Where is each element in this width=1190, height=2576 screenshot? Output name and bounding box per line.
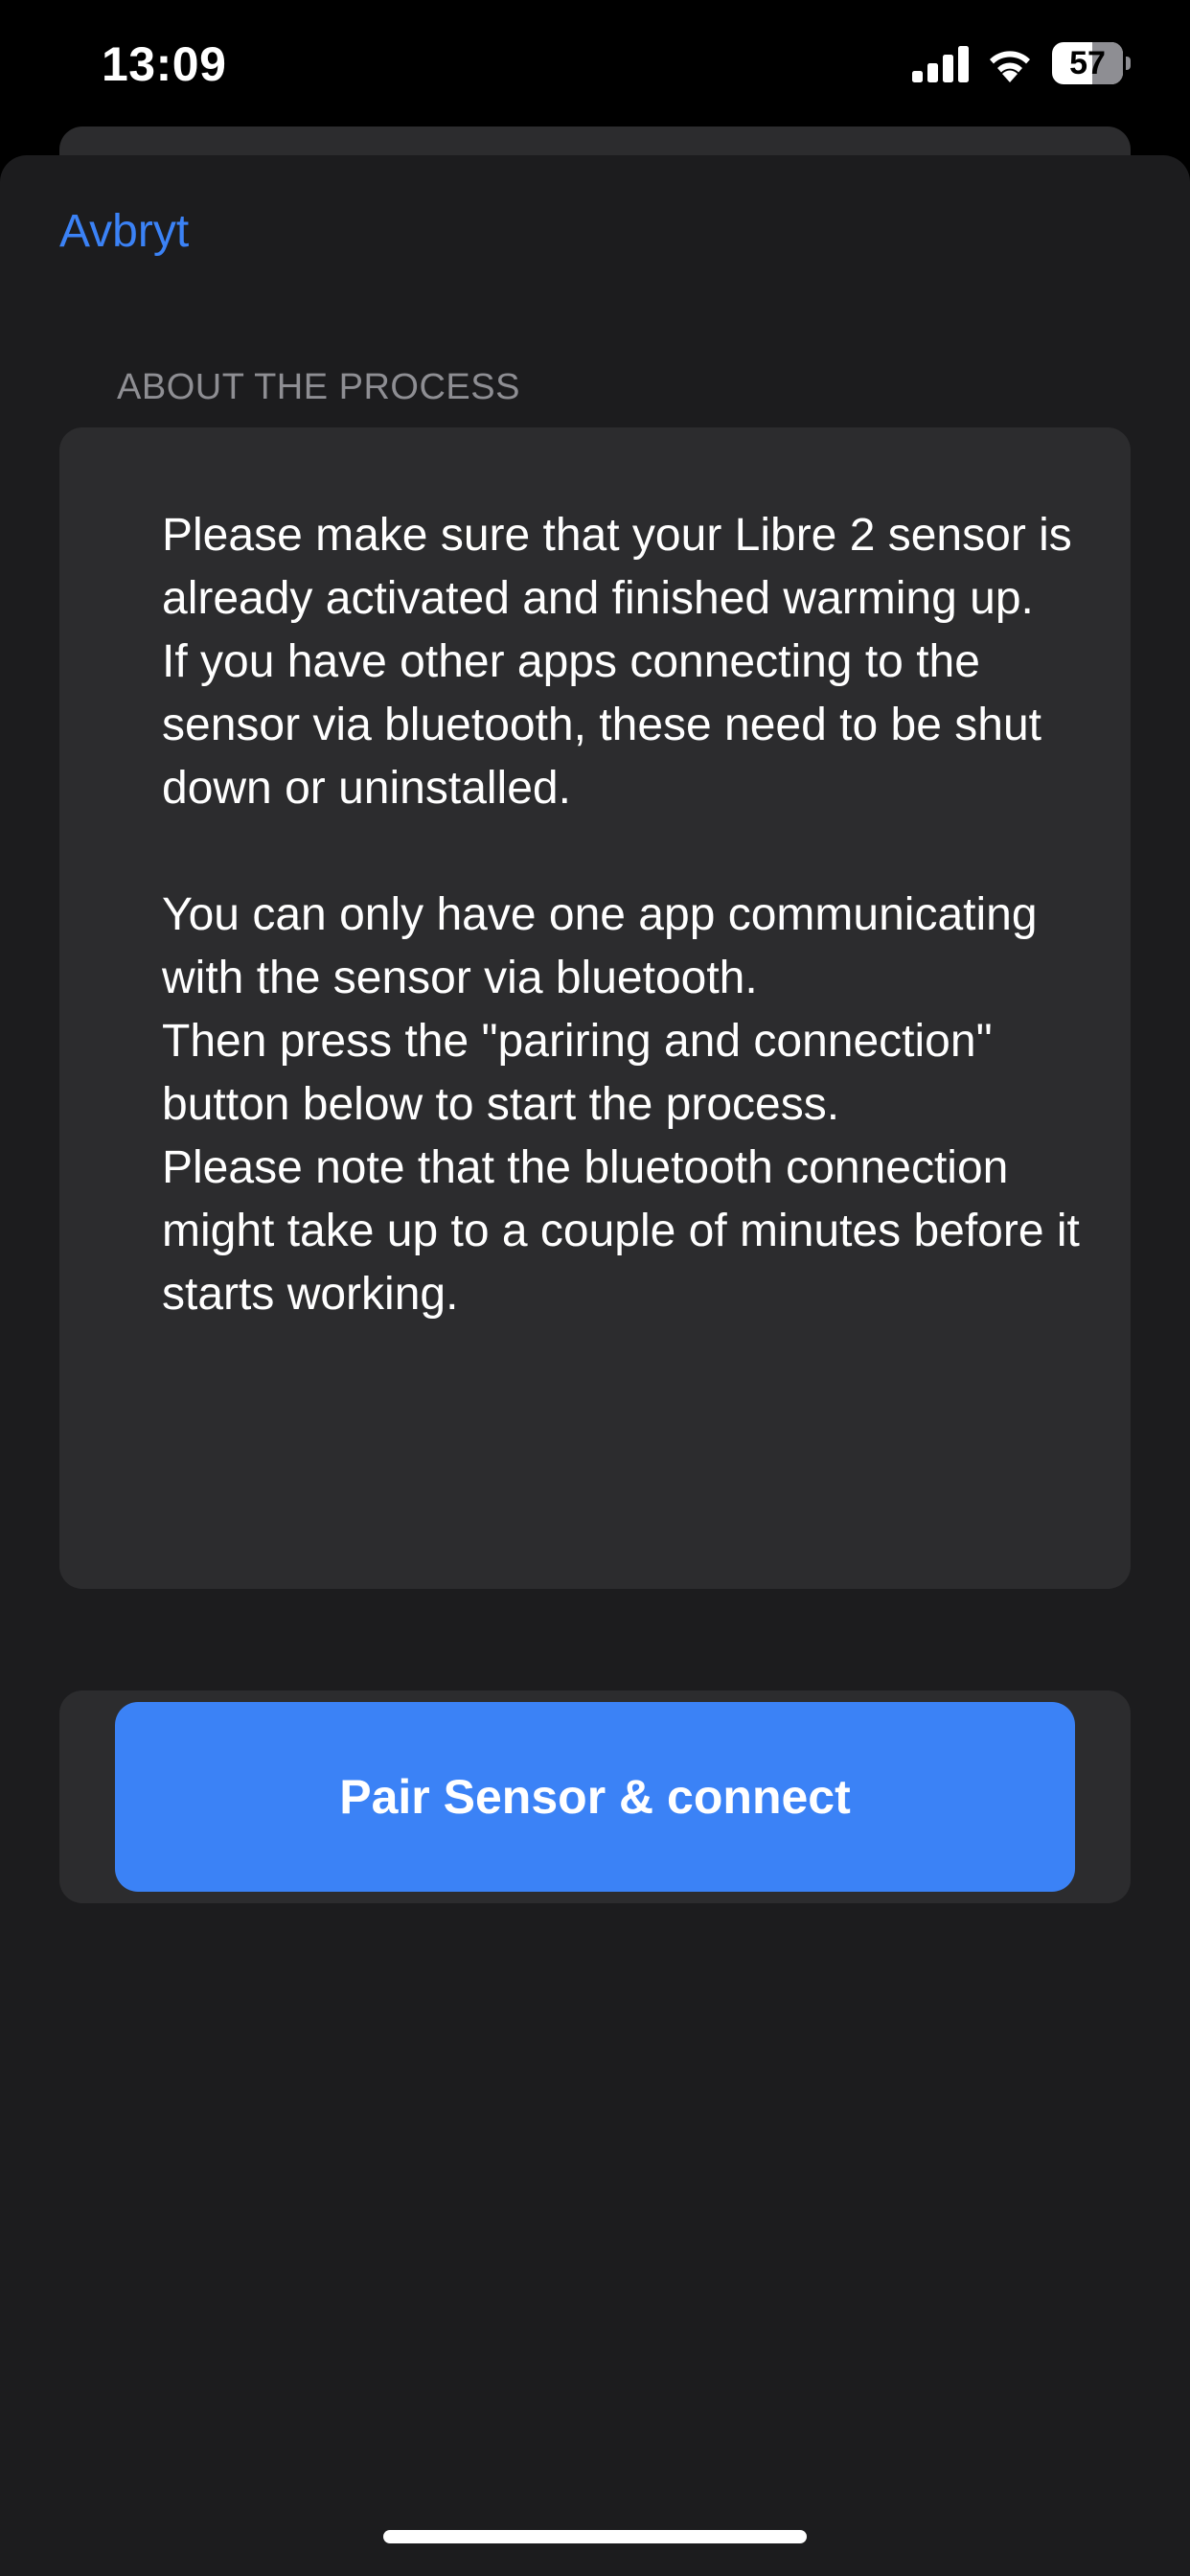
info-card: Please make sure that your Libre 2 senso…	[59, 427, 1131, 1589]
cellular-signal-icon	[912, 46, 969, 82]
pair-sensor-button[interactable]: Pair Sensor & connect	[115, 1702, 1075, 1892]
battery-tip	[1126, 57, 1131, 70]
wifi-icon	[990, 51, 1030, 82]
battery-icon: 57	[1052, 42, 1131, 84]
home-indicator[interactable]	[383, 2530, 807, 2543]
info-text: Please make sure that your Libre 2 senso…	[162, 510, 1080, 1320]
button-card: Pair Sensor & connect	[59, 1690, 1131, 1903]
status-time: 13:09	[102, 37, 227, 91]
section-header: ABOUT THE PROCESS	[117, 367, 520, 407]
cancel-button[interactable]: Avbryt	[59, 203, 189, 261]
battery-body: 57	[1052, 42, 1123, 84]
status-bar: 13:09 57	[0, 0, 1190, 125]
battery-level: 57	[1069, 45, 1106, 81]
